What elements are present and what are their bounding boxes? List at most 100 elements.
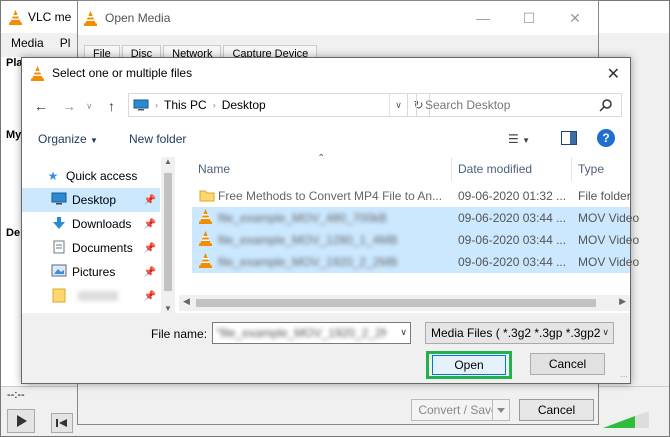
open-media-buttons: Convert / Save Cancel — [78, 399, 598, 425]
search-icon — [599, 99, 612, 112]
column-header-name[interactable]: Name — [192, 157, 452, 181]
folder-icon — [199, 188, 215, 205]
file-name-label: File name: — [151, 327, 208, 341]
volume-slider[interactable] — [603, 411, 649, 429]
forward-arrow-icon[interactable]: → — [62, 98, 76, 114]
maximize-icon[interactable]: ☐ — [506, 1, 552, 35]
back-arrow-icon[interactable]: ← — [34, 98, 48, 114]
documents-icon — [50, 240, 68, 257]
file-row-video[interactable]: file_example_MOV_1280_1_4MB 09-06-2020 0… — [192, 229, 639, 251]
file-name-value: "file_example_MOV_1920_2_2MB" — [216, 326, 386, 340]
horizontal-scrollbar[interactable]: ◀ ▶ — [179, 295, 630, 311]
breadcrumb-this-pc[interactable]: This PC — [164, 98, 207, 112]
nav-label: Quick access — [66, 169, 138, 183]
recent-dropdown-icon[interactable]: ∨ — [86, 101, 93, 112]
desktop-icon — [50, 192, 68, 208]
dialog-toolbar: Organize ▼ New folder ☰ ▼ ? — [22, 124, 630, 154]
organize-button[interactable]: Organize ▼ — [38, 132, 98, 146]
vlc-cone-icon — [199, 231, 212, 249]
star-icon: ★ — [47, 169, 59, 183]
pin-icon[interactable]: 📌 — [144, 219, 156, 230]
file-type-filter[interactable]: Media Files ( *.3g2 *.3gp *.3gp2 ∨ — [425, 322, 614, 344]
nav-item-pictures[interactable]: Pictures 📌 — [22, 260, 160, 284]
pin-icon[interactable]: 📌 — [144, 267, 156, 278]
file-date: 09-06-2020 03:44 ... — [458, 255, 567, 269]
file-row-folder[interactable]: Free Methods to Convert MP4 File to An..… — [192, 185, 631, 207]
close-icon[interactable]: ✕ — [607, 64, 620, 84]
scroll-right-icon[interactable]: ▶ — [619, 296, 626, 307]
file-type: MOV Video — [578, 211, 640, 225]
nav-scrollbar[interactable]: ▲ ▼ — [161, 157, 175, 313]
file-type: MOV Video — [578, 233, 640, 247]
file-name-field[interactable]: "file_example_MOV_1920_2_2MB" ∨ — [212, 322, 411, 344]
chevron-right-icon: › — [212, 100, 216, 110]
pin-icon[interactable]: 📌 — [144, 195, 156, 206]
dialog-footer: File name: "file_example_MOV_1920_2_2MB"… — [22, 313, 630, 383]
pictures-icon — [50, 264, 68, 280]
vlc-cone-icon — [31, 65, 44, 81]
file-dialog: Select one or multiple files ✕ ← → ∨ ↑ ›… — [21, 57, 639, 384]
file-name: file_example_MOV_1280_1_4MB — [218, 233, 398, 247]
this-pc-icon — [133, 99, 149, 111]
navigation-pane: ★ Quick access Desktop 📌 Downloads 📌 Doc… — [22, 157, 175, 313]
menu-playback[interactable]: Pl — [60, 36, 71, 50]
window-controls: — ☐ ✕ — [460, 1, 598, 35]
nav-item-downloads[interactable]: Downloads 📌 — [22, 212, 160, 236]
convert-dropdown-button[interactable] — [492, 399, 510, 421]
nav-item-documents[interactable]: Documents 📌 — [22, 236, 160, 260]
chevron-down-icon[interactable]: ∨ — [400, 327, 407, 338]
minimize-icon[interactable]: — — [460, 1, 506, 35]
new-folder-button[interactable]: New folder — [129, 132, 186, 146]
open-button-highlight: Open — [426, 351, 512, 379]
scrollbar-thumb[interactable] — [164, 173, 172, 291]
file-date: 09-06-2020 03:44 ... — [458, 211, 567, 225]
caret-down-icon: ▼ — [90, 136, 98, 145]
vlc-cone-icon — [199, 253, 212, 271]
close-icon[interactable]: ✕ — [552, 1, 598, 35]
view-options-icon[interactable]: ☰ ▼ — [508, 132, 530, 146]
chevron-down-icon[interactable]: ∨ — [389, 94, 407, 116]
pin-icon[interactable]: 📌 — [144, 291, 156, 302]
navigation-row: ← → ∨ ↑ › This PC › Desktop ∨ ↻ Search D… — [22, 91, 630, 119]
help-icon[interactable]: ? — [597, 129, 615, 147]
dialog-title: Select one or multiple files — [52, 66, 193, 80]
elapsed-time: --:-- — [7, 389, 25, 401]
file-date: 09-06-2020 03:44 ... — [458, 233, 567, 247]
play-button[interactable] — [7, 409, 35, 433]
open-media-title: Open Media — [105, 11, 171, 25]
search-input[interactable]: Search Desktop — [416, 93, 622, 117]
file-row-video[interactable]: file_example_MOV_480_700kB 09-06-2020 03… — [192, 207, 639, 229]
nav-item-folder[interactable]: 📌 — [22, 284, 160, 308]
cancel-button[interactable]: Cancel — [530, 353, 605, 375]
file-type: MOV Video — [578, 255, 640, 269]
nav-label: Downloads — [72, 217, 132, 231]
open-media-cancel-button[interactable]: Cancel — [519, 399, 594, 421]
file-name: file_example_MOV_480_700kB — [218, 211, 387, 225]
chevron-down-icon[interactable]: ∨ — [602, 327, 609, 338]
filter-value: Media Files ( *.3g2 *.3gp *.3gp2 — [431, 326, 601, 340]
vlc-cone-icon — [199, 209, 212, 227]
column-header-date[interactable]: Date modified — [452, 157, 572, 181]
nav-item-quick-access[interactable]: ★ Quick access — [22, 164, 160, 188]
folder-icon — [50, 287, 68, 306]
convert-save-button[interactable]: Convert / Save — [411, 399, 505, 421]
nav-item-desktop[interactable]: Desktop 📌 — [22, 188, 160, 212]
scroll-left-icon[interactable]: ◀ — [183, 296, 190, 307]
preview-pane-icon[interactable] — [561, 131, 577, 145]
search-placeholder: Search Desktop — [425, 98, 511, 112]
resize-grip-icon[interactable]: ⋯ — [620, 372, 628, 381]
file-row-video[interactable]: file_example_MOV_1920_2_2MB 09-06-2020 0… — [192, 251, 639, 273]
column-header-type[interactable]: Type — [572, 157, 630, 181]
file-name: Free Methods to Convert MP4 File to An..… — [218, 189, 443, 203]
scrollbar-thumb[interactable] — [196, 299, 596, 307]
previous-button[interactable] — [51, 413, 73, 433]
open-button[interactable]: Open — [432, 355, 506, 375]
breadcrumb-desktop[interactable]: Desktop — [222, 98, 266, 112]
download-icon — [50, 216, 68, 233]
file-name: file_example_MOV_1920_2_2MB — [218, 255, 398, 269]
file-date: 09-06-2020 01:32 ... — [458, 189, 567, 203]
address-bar[interactable]: › This PC › Desktop ∨ — [128, 93, 408, 117]
menu-media[interactable]: Media — [11, 36, 44, 50]
pin-icon[interactable]: 📌 — [144, 243, 156, 254]
up-arrow-icon[interactable]: ↑ — [108, 98, 115, 114]
